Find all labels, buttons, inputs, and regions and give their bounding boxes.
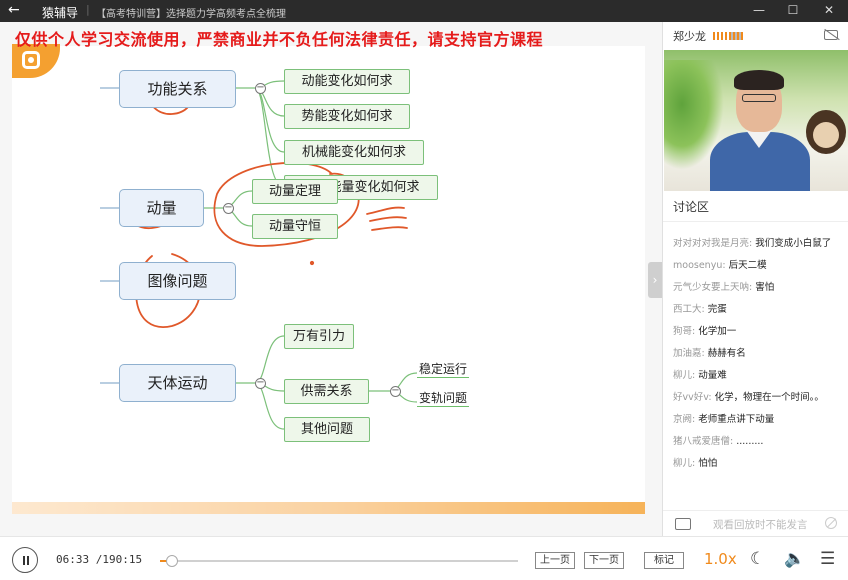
chat-message: 柳儿: 动量难 — [673, 370, 727, 381]
leaf-kinetic-energy[interactable]: 动能变化如何求 — [284, 69, 410, 94]
progress-track[interactable] — [160, 555, 518, 567]
camera-off-icon[interactable] — [824, 30, 838, 40]
title-bar: ← 猿辅导 | 【高考特训营】选择题力学高频考点全梳理 — ☐ ✕ — [0, 0, 848, 22]
teacher-bar: 郑少龙 — [663, 22, 848, 50]
topic-celestial-motion[interactable]: 天体运动 — [119, 364, 236, 402]
slide-bottom-accent — [12, 502, 645, 514]
discussion-title: 讨论区 — [673, 200, 710, 214]
leaf-stable-orbit[interactable]: 稳定运行 — [417, 360, 470, 378]
chat-message: 京阙: 老师重点讲下动量 — [673, 414, 775, 425]
screenshot-icon[interactable] — [675, 518, 691, 530]
player-controls: 06:33 /190:15 上一页 下一页 标记 1.0x ☾ 🔈 ☰ — [0, 536, 848, 580]
leaf-potential-energy[interactable]: 势能变化如何求 — [284, 104, 410, 129]
progress-thumb[interactable] — [166, 555, 179, 567]
mark-button[interactable]: 标记 — [644, 552, 684, 569]
leaf-momentum-theorem[interactable]: 动量定理 — [252, 179, 338, 204]
chat-message: 元气少女要上天呐: 害怕 — [673, 282, 775, 293]
leaf-mechanical-energy[interactable]: 机械能变化如何求 — [284, 140, 424, 165]
maximize-icon[interactable]: ☐ — [786, 3, 800, 17]
chat-message: 柳儿: 怕怕 — [673, 458, 718, 469]
slide-canvas: 功能关系 动量 图像问题 天体运动 − − − − 动能变化如何求 势能变化如何… — [12, 46, 645, 514]
expand-sidebar-icon[interactable]: › — [648, 262, 662, 298]
close-icon[interactable]: ✕ — [822, 3, 836, 17]
collapse-momentum-icon[interactable]: − — [223, 203, 234, 214]
course-title: 【高考特训营】选择题力学高频考点全梳理 — [96, 9, 286, 20]
chat-input-area: 观看回放时不能发言 — [663, 510, 848, 536]
playback-time: 06:33 /190:15 — [56, 553, 143, 566]
teacher-video — [664, 50, 848, 191]
chat-message: 好vv好v: 化学，物理在一个时间。。 — [673, 392, 824, 403]
disabled-icon — [825, 517, 837, 529]
chat-input-placeholder: 观看回放时不能发言 — [713, 519, 808, 531]
collapse-energy-icon[interactable]: − — [255, 83, 266, 94]
chat-message: 狗哥: 化学加一 — [673, 326, 737, 337]
topic-momentum[interactable]: 动量 — [119, 189, 204, 227]
leaf-momentum-conservation[interactable]: 动量守恒 — [252, 214, 338, 239]
collapse-supply-demand-icon[interactable]: − — [390, 386, 401, 397]
collapse-celestial-icon[interactable]: − — [255, 378, 266, 389]
title-separator: | — [86, 3, 90, 16]
app-name: 猿辅导 — [42, 6, 79, 20]
playback-speed-button[interactable]: 1.0x — [704, 550, 737, 568]
back-arrow-icon[interactable]: ← — [8, 2, 20, 18]
watermark-text: 仅供个人学习交流使用，严禁商业并不负任何法律责任，请支持官方课程 — [15, 30, 544, 49]
night-mode-icon[interactable]: ☾ — [750, 549, 765, 569]
topic-energy-relation[interactable]: 功能关系 — [119, 70, 236, 108]
next-page-button[interactable]: 下一页 — [584, 552, 624, 569]
pause-icon[interactable] — [12, 547, 38, 573]
leaf-orbit-change[interactable]: 变轨问题 — [417, 389, 470, 407]
chat-message: 对对对对我是月亮: 我们变成小白鼠了 — [673, 238, 832, 249]
chat-messages: 对对对对我是月亮: 我们变成小白鼠了 moosenyu: 后天二模 元气少女要上… — [673, 236, 843, 478]
chat-message: 猪八戒爱唐僧: ......... — [673, 436, 764, 447]
chat-message: 西工大: 完蛋 — [673, 304, 727, 315]
leaf-universal-gravitation[interactable]: 万有引力 — [284, 324, 354, 349]
leaf-other-problems[interactable]: 其他问题 — [284, 417, 370, 442]
menu-icon[interactable]: ☰ — [820, 549, 835, 569]
minimize-icon[interactable]: — — [752, 3, 766, 17]
right-sidebar: 郑少龙 讨论区 对对对对我是月亮: 我们变成小白鼠了 moosenyu: 后天二… — [662, 22, 848, 536]
topic-graph-problems[interactable]: 图像问题 — [119, 262, 236, 300]
chat-message: moosenyu: 后天二模 — [673, 260, 767, 271]
volume-icon[interactable]: 🔈 — [784, 549, 805, 569]
leaf-supply-demand[interactable]: 供需关系 — [284, 379, 369, 404]
prev-page-button[interactable]: 上一页 — [535, 552, 575, 569]
chat-message: 加油嘉: 赫赫有名 — [673, 348, 746, 359]
volume-meter-rest-icon — [731, 32, 743, 40]
teacher-name: 郑少龙 — [673, 30, 706, 43]
